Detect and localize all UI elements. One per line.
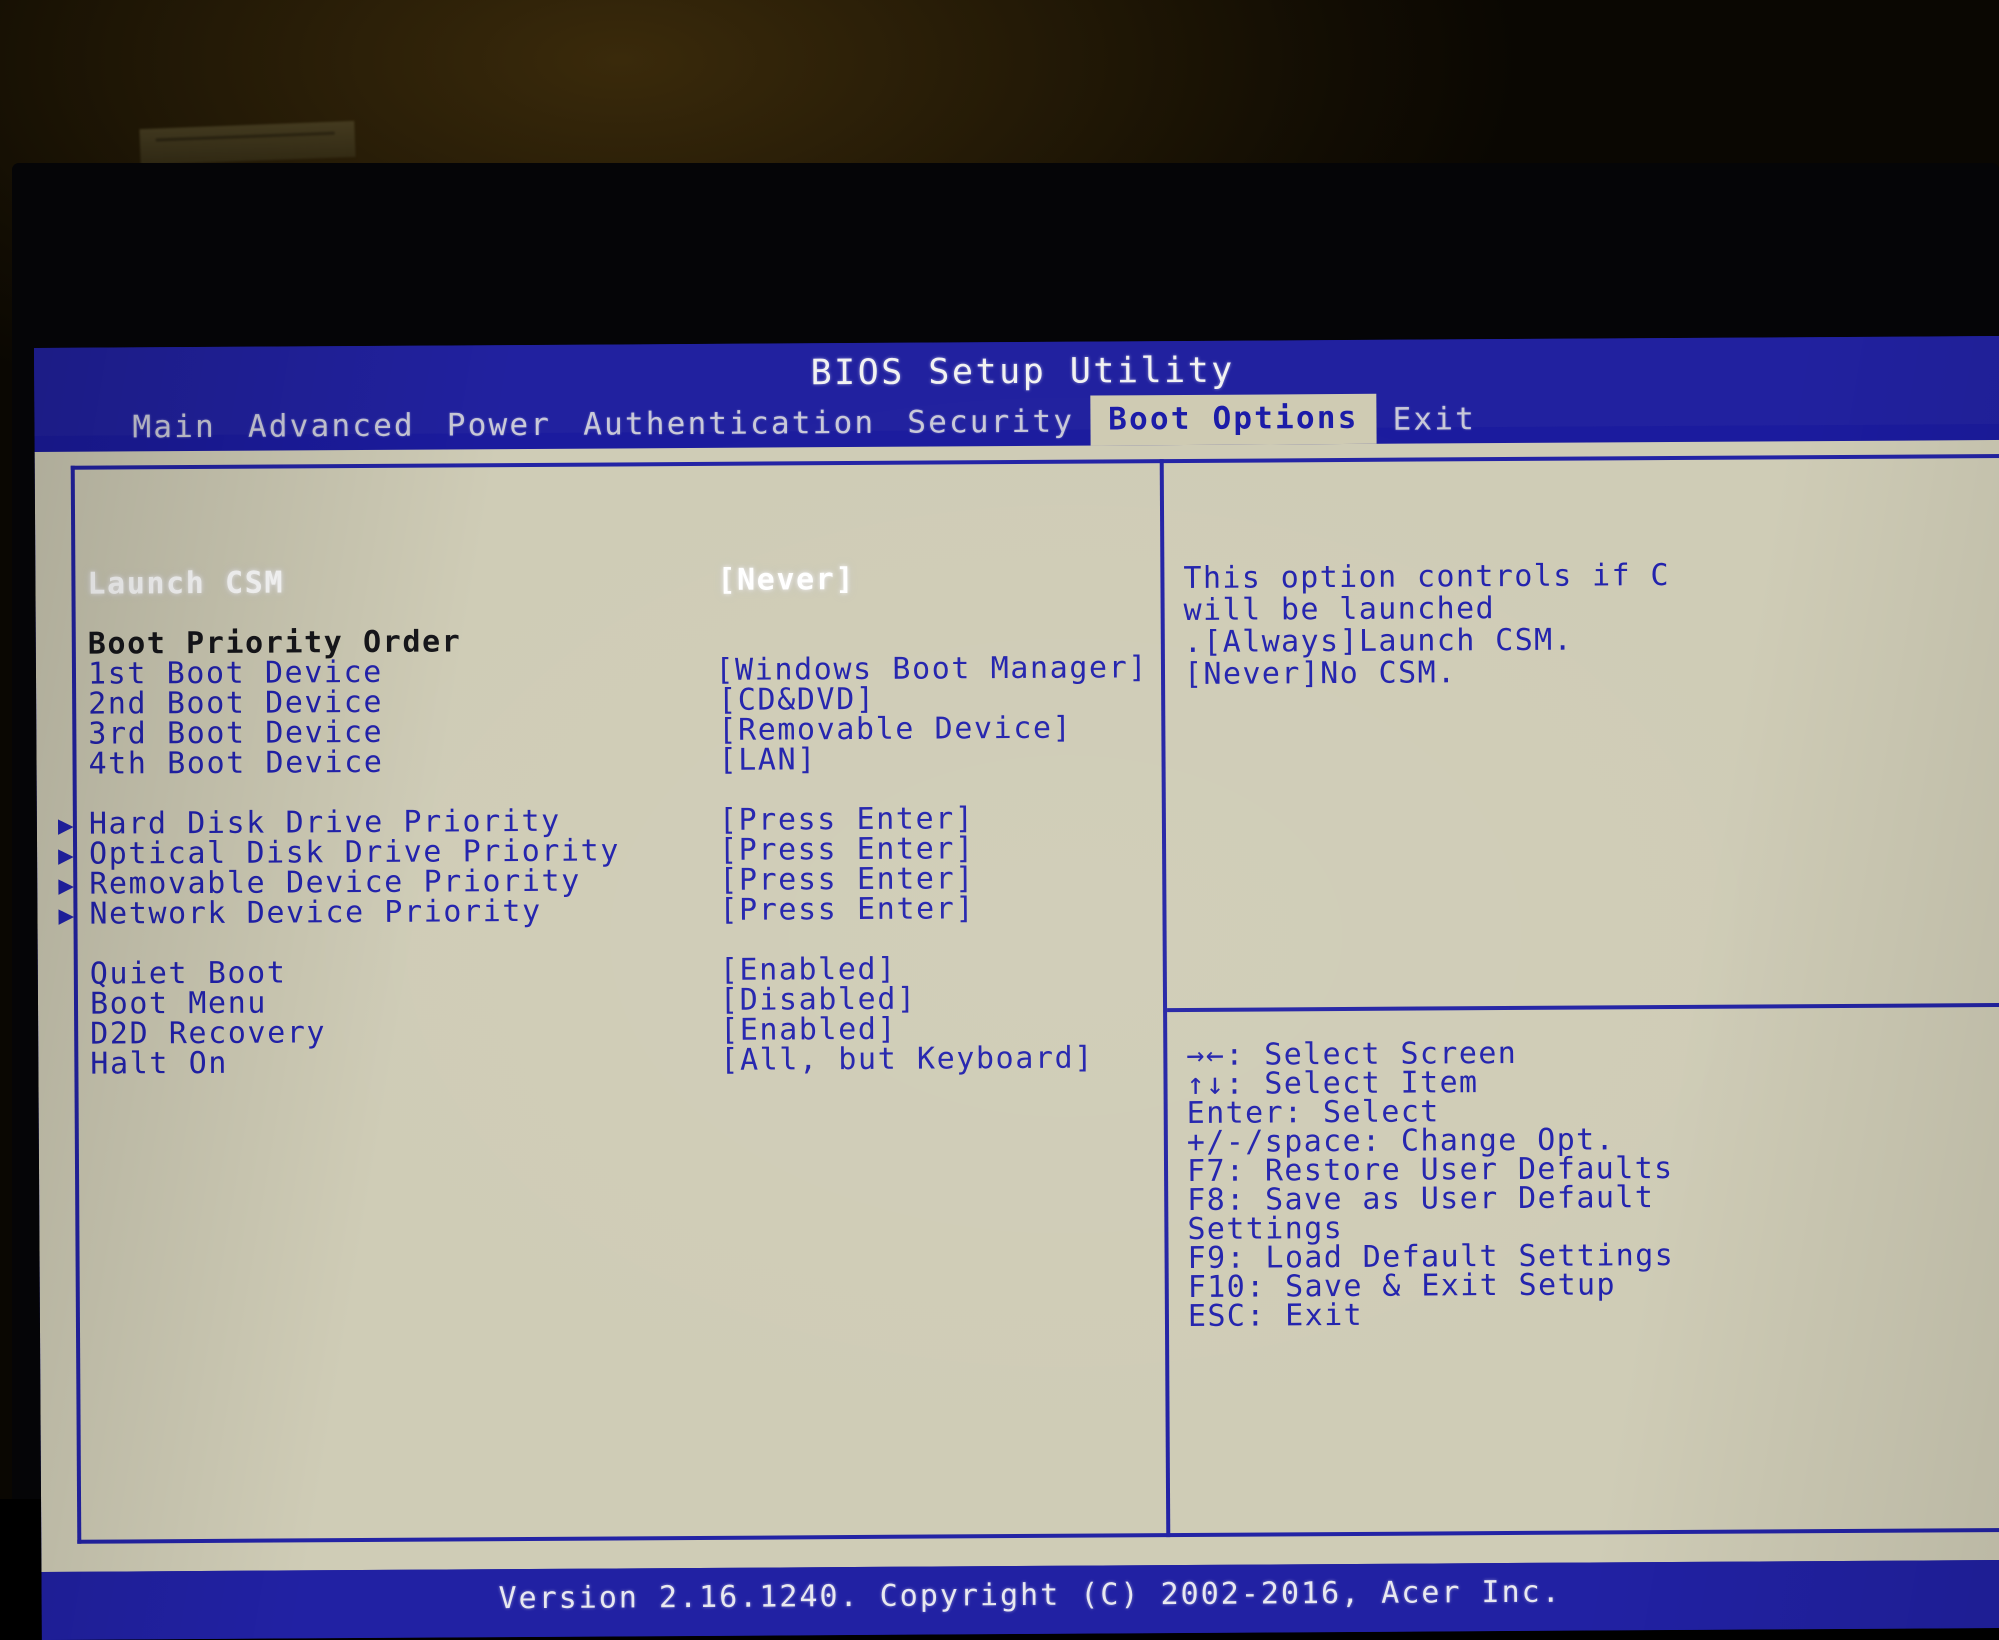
setting-label: 3rd Boot Device xyxy=(88,716,718,750)
setting-label: Halt On xyxy=(90,1046,720,1080)
submenu-arrow-icon: ▶ xyxy=(58,901,75,931)
setting-label: D2D Recovery xyxy=(90,1016,720,1050)
setting-label: 2nd Boot Device xyxy=(88,686,718,720)
footer-bar: Version 2.16.1240. Copyright (C) 2002-20… xyxy=(41,1560,1999,1640)
setting-value[interactable]: [Never] xyxy=(717,565,855,596)
submenu-arrow-icon: ▶ xyxy=(58,841,75,871)
menu-item-advanced[interactable]: Advanced xyxy=(232,404,431,451)
menu-item-authentication[interactable]: Authentication xyxy=(567,401,891,449)
setting-label: Quiet Boot xyxy=(90,956,720,990)
help-text-line: This option controls if C xyxy=(1183,558,1999,595)
sticky-note xyxy=(139,121,355,165)
version-text: Version 2.16.1240. Copyright (C) 2002-20… xyxy=(42,1572,1999,1619)
setting-label: Launch CSM xyxy=(87,566,717,600)
help-text-line: [Never]No CSM. xyxy=(1184,654,1999,691)
setting-label: 4th Boot Device xyxy=(88,746,718,780)
bios-screen: BIOS Setup Utility MainAdvancedPowerAuth… xyxy=(34,336,1999,1640)
setting-value[interactable]: [Windows Boot Manager] xyxy=(715,653,1148,686)
submenu-arrow-icon: ▶ xyxy=(58,871,75,901)
monitor-bezel: BIOS Setup Utility MainAdvancedPowerAuth… xyxy=(12,163,1999,1499)
settings-list[interactable]: Launch CSM[Never] Boot Priority Order1st … xyxy=(87,563,1150,1079)
page-title: BIOS Setup Utility xyxy=(34,346,1999,398)
setting-value[interactable]: [Press Enter] xyxy=(719,894,975,926)
menu-item-security[interactable]: Security xyxy=(891,400,1090,447)
help-panel: This option controls if Cwill be launche… xyxy=(1183,558,1999,691)
submenu-arrow-icon: ▶ xyxy=(58,811,75,841)
setting-value[interactable]: [LAN] xyxy=(718,745,816,776)
setting-label: Boot Priority Order xyxy=(88,626,718,660)
setting-label: 1st Boot Device xyxy=(88,656,716,690)
help-text-line: .[Always]Launch CSM. xyxy=(1184,622,1999,659)
menu-item-power[interactable]: Power xyxy=(431,403,568,450)
setting-value[interactable]: [Removable Device] xyxy=(718,714,1072,746)
content-panel: Launch CSM[Never] Boot Priority Order1st … xyxy=(35,440,1999,1572)
key-legend: →←: Select Screen↑↓: Select ItemEnter: S… xyxy=(1186,1036,1999,1331)
menu-item-main[interactable]: Main xyxy=(116,405,232,452)
setting-label: Boot Menu xyxy=(90,986,720,1020)
setting-value[interactable]: [All, but Keyboard] xyxy=(720,1044,1094,1076)
help-text-line: will be launched xyxy=(1184,590,1999,627)
settings-row-halt-on[interactable]: Halt On[All, but Keyboard] xyxy=(90,1043,1150,1079)
menu-item-exit[interactable]: Exit xyxy=(1376,397,1492,444)
setting-label: Network Device Priority xyxy=(89,896,719,930)
menu-item-boot-options[interactable]: Boot Options xyxy=(1090,394,1377,446)
